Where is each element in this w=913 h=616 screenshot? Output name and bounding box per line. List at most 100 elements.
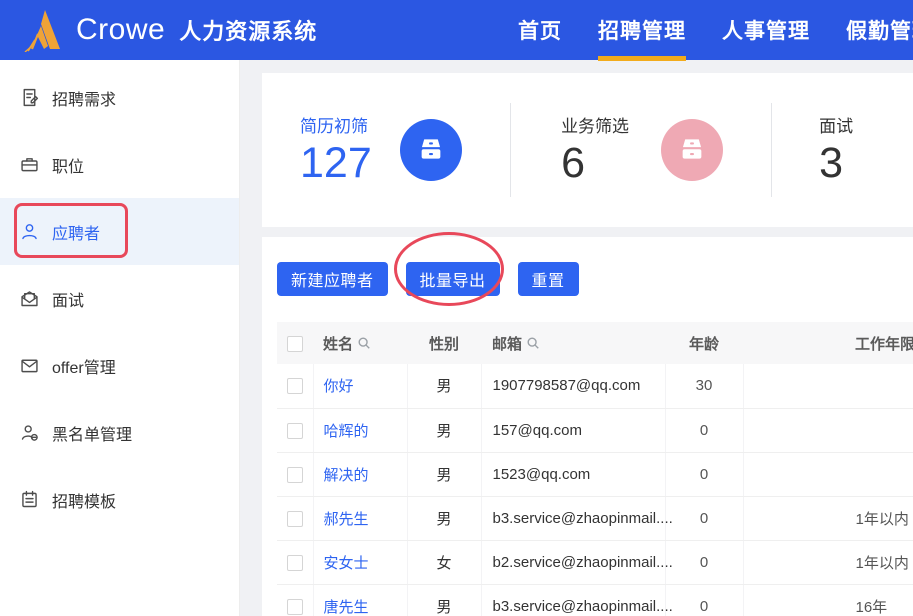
age-cell: 0 <box>665 496 744 541</box>
applicant-name-link[interactable]: 郝先生 <box>324 511 369 528</box>
sidebar-item-positions[interactable]: 职位 <box>0 131 239 198</box>
email-cell: 1523@qq.com <box>481 452 666 497</box>
column-header-gender: 性别 <box>407 322 481 364</box>
stat-business-screening: 业务筛选 6 <box>511 73 771 227</box>
table-row: 安女士 女 b2.service@zhaopinmail.... 0 1年以内 <box>277 540 913 585</box>
sidebar-item-label: offer管理 <box>52 359 116 377</box>
stat-value: 6 <box>561 138 585 187</box>
sidebar-item-label: 招聘模板 <box>52 493 117 511</box>
table-row: 哈辉的 男 157@qq.com 0 <box>277 408 913 453</box>
sidebar-item-label: 应聘者 <box>52 225 101 243</box>
applicant-name-link[interactable]: 你好 <box>324 378 354 395</box>
column-header-age: 年龄 <box>665 322 743 364</box>
row-checkbox[interactable] <box>286 422 303 439</box>
experience-cell <box>743 452 913 497</box>
table-header-row: 姓名 性别 邮箱 年龄 工作年限 <box>277 322 913 364</box>
age-cell: 0 <box>665 540 744 585</box>
stat-label: 简历初筛 <box>300 116 368 136</box>
mail-open-icon <box>21 291 38 307</box>
email-cell: 157@qq.com <box>481 408 666 453</box>
nav-item-hr[interactable]: 人事管理 <box>722 0 810 60</box>
table-row: 解决的 男 1523@qq.com 0 <box>277 452 913 497</box>
experience-cell <box>743 364 913 409</box>
archive-icon <box>661 119 724 181</box>
nav-item-home[interactable]: 首页 <box>518 0 562 60</box>
row-checkbox[interactable] <box>286 598 303 615</box>
column-header-experience: 工作年限 <box>743 322 913 364</box>
recruitment-stats-card: 简历初筛 127 业务筛选 6 面试 3 <box>262 73 913 227</box>
batch-export-button[interactable]: 批量导出 <box>405 262 500 296</box>
stat-label: 面试 <box>819 116 854 136</box>
sidebar-item-blacklist[interactable]: 黑名单管理 <box>0 399 239 466</box>
toolbar: 新建应聘者 批量导出 重置 <box>277 262 913 296</box>
search-icon[interactable] <box>526 336 540 350</box>
table-row: 郝先生 男 b3.service@zhaopinmail.... 0 1年以内 <box>277 496 913 541</box>
age-cell: 30 <box>665 364 744 409</box>
person-icon <box>22 224 37 240</box>
person-minus-icon <box>21 425 38 441</box>
nav-item-recruitment[interactable]: 招聘管理 <box>598 0 686 61</box>
gender-cell: 男 <box>407 452 482 497</box>
row-checkbox[interactable] <box>286 466 303 483</box>
experience-cell: 1年以内 <box>743 496 913 541</box>
email-cell: b3.service@zhaopinmail.... <box>481 496 673 541</box>
crowe-mountain-logo-icon <box>24 10 60 52</box>
age-cell: 0 <box>665 584 744 616</box>
sidebar-item-recruit-needs[interactable]: 招聘需求 <box>0 64 239 131</box>
age-cell: 0 <box>665 452 744 497</box>
email-cell: b3.service@zhaopinmail.... <box>481 584 673 616</box>
sidebar-item-applicants[interactable]: 应聘者 <box>0 198 239 265</box>
column-header-email: 邮箱 <box>492 335 523 353</box>
nav-item-label: 招聘管理 <box>598 20 686 43</box>
column-header-name: 姓名 <box>323 335 354 353</box>
sidebar-item-label: 招聘需求 <box>52 91 117 109</box>
sidebar: 招聘需求 职位 应聘者 面试 offer管理 黑名单管理 招聘模板 <box>0 60 240 616</box>
table-row: 你好 男 1907798587@qq.com 30 <box>277 364 913 409</box>
table-row: 唐先生 男 b3.service@zhaopinmail.... 0 16年 <box>277 584 913 616</box>
email-cell: 1907798587@qq.com <box>481 364 666 409</box>
row-checkbox[interactable] <box>286 554 303 571</box>
top-nav: 首页 招聘管理 人事管理 假勤管理 <box>518 0 913 61</box>
search-icon[interactable] <box>357 336 371 350</box>
stat-value: 3 <box>819 138 844 187</box>
sidebar-item-label: 黑名单管理 <box>52 426 133 444</box>
new-applicant-button[interactable]: 新建应聘者 <box>277 262 388 296</box>
experience-cell: 1年以内 <box>743 540 913 585</box>
applicants-table-card: 新建应聘者 批量导出 重置 姓名 性别 邮箱 年龄 工作年限 你好 男 1907… <box>262 237 913 616</box>
reset-button[interactable]: 重置 <box>517 262 579 296</box>
email-cell: b2.service@zhaopinmail.... <box>481 540 673 585</box>
briefcase-icon <box>21 158 38 172</box>
stat-interview: 面试 3 <box>772 73 913 227</box>
gender-cell: 男 <box>407 496 482 541</box>
gender-cell: 男 <box>407 364 482 409</box>
applicant-name-link[interactable]: 哈辉的 <box>324 423 369 440</box>
gender-cell: 女 <box>407 540 482 585</box>
sidebar-item-interviews[interactable]: 面试 <box>0 265 239 332</box>
app-title: 人力资源系统 <box>179 19 318 44</box>
row-checkbox[interactable] <box>286 378 303 395</box>
applicant-name-link[interactable]: 解决的 <box>324 467 369 484</box>
stat-value: 127 <box>300 138 372 187</box>
row-checkbox[interactable] <box>286 510 303 527</box>
gender-cell: 男 <box>407 584 482 616</box>
brand-name: Crowe <box>76 13 166 46</box>
select-all-checkbox[interactable] <box>287 335 303 352</box>
stat-label: 业务筛选 <box>561 116 630 136</box>
sidebar-item-offer-management[interactable]: offer管理 <box>0 332 239 399</box>
stat-resume-screening: 简历初筛 127 <box>262 73 510 227</box>
nav-item-attendance[interactable]: 假勤管理 <box>846 0 913 60</box>
sidebar-item-recruit-templates[interactable]: 招聘模板 <box>0 466 239 533</box>
experience-cell: 16年 <box>743 584 913 616</box>
gender-cell: 男 <box>407 408 482 453</box>
envelope-icon <box>21 359 38 373</box>
archive-icon <box>400 119 463 181</box>
main-content: 简历初筛 127 业务筛选 6 面试 3 新建应聘者 批量导出 重置 姓名 性别… <box>262 60 913 616</box>
top-header: Crowe 人力资源系统 首页 招聘管理 人事管理 假勤管理 <box>0 0 913 61</box>
applicant-name-link[interactable]: 安女士 <box>324 555 369 572</box>
brand-logo[interactable]: Crowe 人力资源系统 <box>0 8 317 52</box>
active-nav-underline <box>598 56 686 61</box>
applicants-table: 姓名 性别 邮箱 年龄 工作年限 你好 男 1907798587@qq.com … <box>277 322 913 616</box>
sidebar-item-label: 职位 <box>52 158 85 176</box>
sidebar-item-label: 面试 <box>52 292 85 310</box>
applicant-name-link[interactable]: 唐先生 <box>324 599 369 616</box>
